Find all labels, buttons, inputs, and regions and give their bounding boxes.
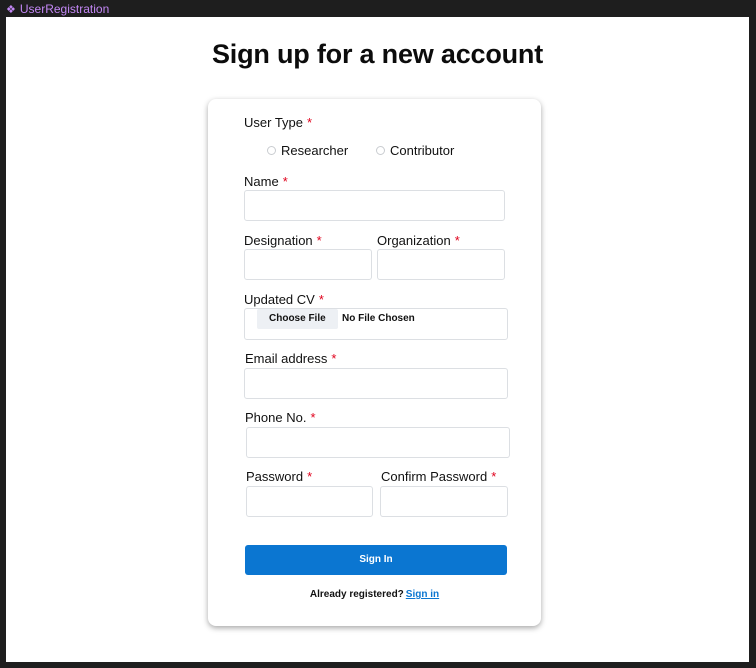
phone-input[interactable] <box>246 427 510 458</box>
page-canvas: Sign up for a new account User Type * Res… <box>6 17 749 662</box>
designation-label-text: Designation <box>244 233 313 248</box>
file-status: No File Chosen <box>342 313 415 324</box>
footer-text: Already registered? <box>309 589 404 600</box>
required-mark: * <box>491 469 497 484</box>
password-input[interactable] <box>246 486 373 517</box>
cv-label-text: Updated CV <box>244 292 315 307</box>
radio-circle-icon[interactable] <box>267 146 276 155</box>
name-label: Name * <box>244 174 288 189</box>
confirm-password-label-text: Confirm Password <box>381 469 488 484</box>
sign-in-link[interactable]: Sign in <box>406 589 439 600</box>
designation-label: Designation * <box>244 233 322 248</box>
radio-contributor[interactable]: Contributor <box>376 143 454 158</box>
component-icon: ❖ <box>6 3 16 16</box>
frame-label-text: UserRegistration <box>19 2 110 16</box>
phone-label-text: Phone No. <box>245 410 307 425</box>
organization-input[interactable] <box>377 249 505 280</box>
frame-label: ❖ UserRegistration <box>6 2 109 16</box>
cv-label: Updated CV * <box>244 292 324 307</box>
radio-circle-icon[interactable] <box>376 146 385 155</box>
radio-contributor-label: Contributor <box>390 143 455 158</box>
name-label-text: Name <box>244 174 279 189</box>
required-mark: * <box>310 410 316 425</box>
password-label: Password * <box>246 469 312 484</box>
required-mark: * <box>331 351 337 366</box>
required-mark: * <box>307 115 313 130</box>
footer: Already registered? Sign in <box>208 589 541 600</box>
required-mark: * <box>454 233 460 248</box>
designation-input[interactable] <box>244 249 372 280</box>
phone-label: Phone No. * <box>245 410 316 425</box>
cv-file-input[interactable]: Choose File No File Chosen <box>244 308 508 340</box>
email-input[interactable] <box>244 368 508 399</box>
email-label-text: Email address <box>245 351 328 366</box>
organization-label-text: Organization <box>377 233 451 248</box>
user-type-label-text: User Type <box>244 115 304 130</box>
confirm-password-input[interactable] <box>380 486 508 517</box>
confirm-password-label: Confirm Password * <box>381 469 496 484</box>
required-mark: * <box>307 469 313 484</box>
sign-in-button[interactable]: Sign In <box>245 545 507 575</box>
required-mark: * <box>282 174 288 189</box>
name-input[interactable] <box>244 190 505 221</box>
radio-researcher-label: Researcher <box>281 143 349 158</box>
required-mark: * <box>318 292 324 307</box>
required-mark: * <box>316 233 322 248</box>
choose-file-button[interactable]: Choose File <box>257 309 338 329</box>
organization-label: Organization * <box>377 233 460 248</box>
user-type-label: User Type * <box>244 115 312 130</box>
page-title: Sign up for a new account <box>211 39 544 69</box>
registration-card: User Type * Researcher Contributor Name * … <box>208 99 541 626</box>
radio-researcher[interactable]: Researcher <box>267 143 348 158</box>
email-label: Email address * <box>245 351 336 366</box>
password-label-text: Password <box>246 469 304 484</box>
